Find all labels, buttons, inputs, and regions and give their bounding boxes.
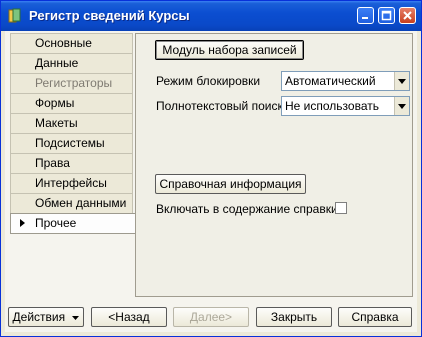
close-window-button[interactable]	[399, 7, 416, 24]
back-button[interactable]: <Назад	[91, 307, 167, 327]
fulltext-search-value: Не использовать	[285, 99, 379, 113]
tab-main[interactable]: Основные	[10, 33, 133, 53]
tab-label: Обмен данными	[35, 196, 127, 210]
help-info-button[interactable]: Справочная информация	[155, 174, 306, 194]
active-tab-arrow-icon	[20, 219, 25, 227]
title-bar[interactable]: Регистр сведений Курсы	[1, 1, 421, 31]
maximize-button[interactable]	[378, 7, 395, 24]
register-icon	[8, 8, 22, 24]
tab-label: Регистраторы	[35, 76, 113, 90]
tab-label: Макеты	[35, 116, 78, 130]
tab-other[interactable]: Прочее	[10, 213, 135, 234]
tab-subsystems[interactable]: Подсистемы	[10, 133, 133, 153]
dialog-content: Основные Данные Регистраторы Формы Макет…	[5, 31, 417, 332]
next-button[interactable]: Далее>	[173, 307, 249, 327]
chevron-down-icon[interactable]	[394, 97, 409, 115]
fulltext-search-label: Полнотекстовый поиск	[156, 99, 283, 113]
actions-label: Действия	[12, 310, 66, 324]
tab-registrators[interactable]: Регистраторы	[10, 73, 133, 93]
tab-label: Данные	[35, 56, 79, 70]
tab-data-exchange[interactable]: Обмен данными	[10, 193, 133, 213]
tab-label: Формы	[35, 96, 75, 110]
window-title: Регистр сведений Курсы	[29, 8, 190, 23]
tab-label: Подсистемы	[35, 136, 105, 150]
minimize-button[interactable]	[357, 7, 374, 24]
tab-list: Основные Данные Регистраторы Формы Макет…	[10, 33, 135, 234]
fulltext-search-select[interactable]: Не использовать	[281, 96, 410, 116]
lock-mode-label: Режим блокировки	[156, 74, 261, 88]
actions-button[interactable]: Действия	[8, 307, 84, 327]
tab-interfaces[interactable]: Интерфейсы	[10, 173, 133, 193]
close-button[interactable]: Закрыть	[256, 307, 332, 327]
help-button[interactable]: Справка	[338, 307, 412, 327]
tab-panel-other: Модуль набора записей Режим блокировки А…	[135, 33, 413, 297]
chevron-down-icon	[72, 315, 80, 320]
tab-templates[interactable]: Макеты	[10, 113, 133, 133]
tab-data[interactable]: Данные	[10, 53, 133, 73]
lock-mode-value: Автоматический	[285, 74, 376, 88]
dialog-window: Регистр сведений Курсы Основные Данные Р…	[0, 0, 422, 337]
tab-label: Интерфейсы	[35, 176, 107, 190]
chevron-down-icon[interactable]	[394, 72, 409, 90]
lock-mode-select[interactable]: Автоматический	[281, 71, 410, 91]
records-module-button[interactable]: Модуль набора записей	[155, 40, 304, 60]
tab-label: Прочее	[35, 216, 77, 230]
tab-label: Права	[35, 156, 70, 170]
tab-label: Основные	[35, 36, 92, 50]
tab-rights[interactable]: Права	[10, 153, 133, 173]
include-help-label: Включать в содержание справки	[156, 202, 338, 216]
tab-forms[interactable]: Формы	[10, 93, 133, 113]
include-help-checkbox[interactable]	[335, 202, 347, 214]
